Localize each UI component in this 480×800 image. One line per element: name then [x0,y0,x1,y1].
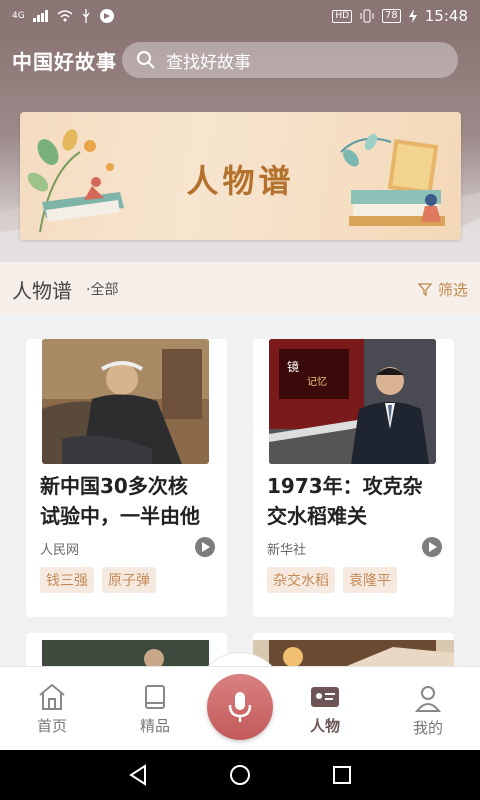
app-title: 中国好故事 [12,50,117,74]
signal-icon [32,10,48,22]
profile-icon [414,686,442,712]
tab-home[interactable]: 首页 [7,667,97,751]
story-source: 新华社 [267,543,307,558]
filter-icon [417,283,432,296]
story-thumbnail [42,339,209,464]
story-card[interactable]: 镜 记忆 1973年：攻克杂 交水稻难关 新华社 杂交水稻 袁隆平 [253,339,454,617]
story-title: 新中国30多次核 试验中，一半由他 [40,471,224,531]
voice-search-button[interactable] [207,674,273,740]
story-thumbnail: 镜 记忆 [269,339,436,464]
play-icon[interactable] [422,537,442,557]
filter-button[interactable]: 筛选 [417,279,468,300]
search-placeholder: 查找好故事 [166,52,251,73]
story-card[interactable]: 新中国30多次核 试验中，一半由他 人民网 钱三强 原子弹 [26,339,227,617]
hd-label: HD [332,9,353,23]
category-all-filter[interactable]: ·全部 [86,279,118,299]
vibrate-icon [360,9,374,23]
home-circle-icon[interactable] [229,764,251,786]
network-label: 4G [12,11,25,21]
tab-people[interactable]: 人物 [280,667,370,751]
usb-icon [82,9,90,23]
tab-label: 精品 [139,717,170,735]
system-navigation-bar [0,750,480,800]
status-time: 15:48 [424,7,468,25]
tag-list: 钱三强 原子弹 [40,567,156,593]
status-bar: 4G HD 78 15:48 [0,0,480,32]
back-icon[interactable] [127,764,149,786]
story-title: 1973年：攻克杂 交水稻难关 [267,471,451,531]
home-icon [39,683,65,710]
app-notification-icon [99,9,114,23]
section-header: 人物谱 ·全部 筛选 [0,264,480,314]
story-source: 人民网 [40,543,80,558]
microphone-icon [228,692,252,722]
wifi-icon [57,10,73,22]
filter-label: 筛选 [437,280,468,299]
tag[interactable]: 钱三强 [40,567,94,593]
tag[interactable]: 原子弹 [102,567,156,593]
svg-text:记忆: 记忆 [307,375,327,388]
story-title-line: 1973年：攻克杂 [267,474,423,498]
story-title-line: 新中国30多次核 [40,474,188,498]
banner[interactable]: 人物谱 [20,112,461,240]
search-input[interactable]: 查找好故事 [122,42,458,78]
story-title-line: 交水稻难关 [267,504,367,528]
section-title: 人物谱 [12,278,72,303]
story-title-line: 试验中，一半由他 [40,504,200,528]
tag[interactable]: 袁隆平 [343,567,397,593]
battery-level: 78 [382,9,401,23]
tag-list: 杂交水稻 袁隆平 [267,567,397,593]
play-icon[interactable] [195,537,215,557]
charging-icon [408,9,417,23]
tab-featured[interactable]: 精品 [110,667,200,751]
tag[interactable]: 杂交水稻 [267,567,335,593]
tab-label: 我的 [412,719,443,737]
recents-icon[interactable] [331,764,353,786]
tab-profile[interactable]: 我的 [383,667,473,751]
tab-label: 首页 [36,717,67,735]
svg-text:镜: 镜 [287,359,299,374]
person-card-icon [311,687,339,707]
tab-label: 人物 [309,717,340,735]
book-icon [145,685,165,709]
search-icon [137,51,155,69]
banner-illustration-right [340,133,445,226]
